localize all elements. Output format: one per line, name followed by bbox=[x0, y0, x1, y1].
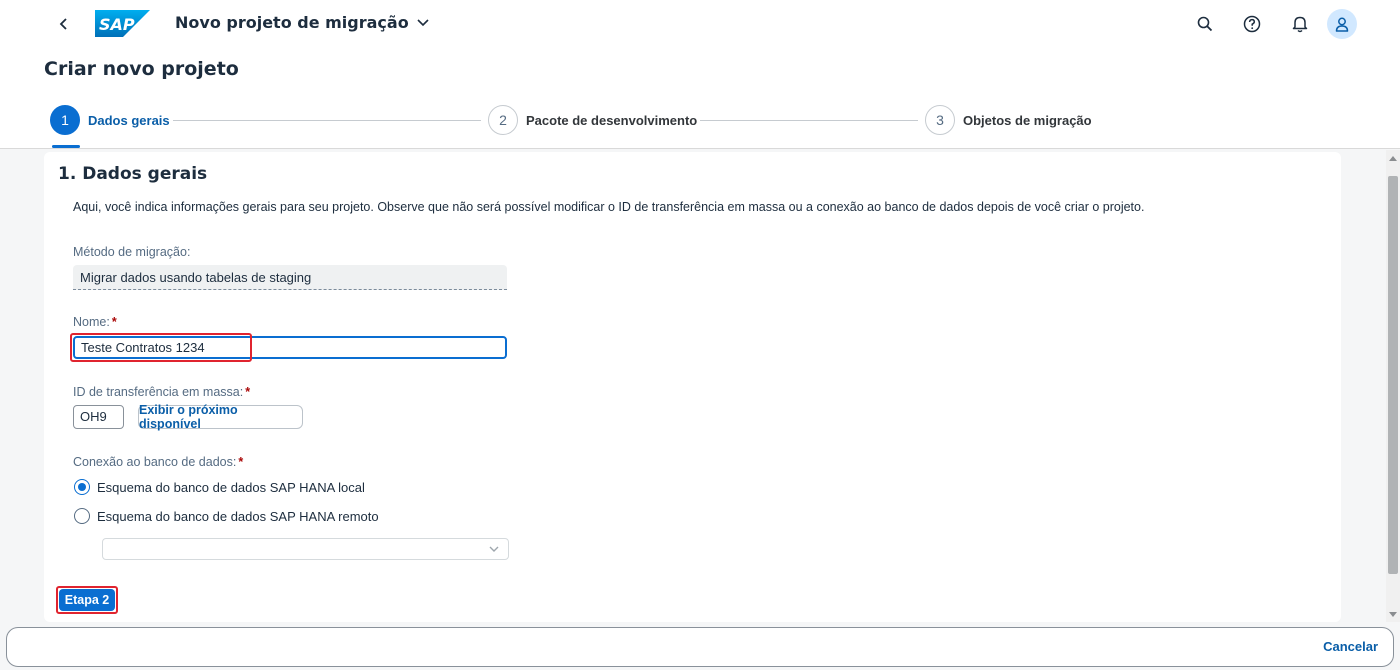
cancel-button[interactable]: Cancelar bbox=[1323, 639, 1378, 654]
section-intro: Aqui, você indica informações gerais par… bbox=[73, 200, 1145, 214]
scroll-down-arrow-icon[interactable] bbox=[1389, 610, 1397, 618]
db-connection-label: Conexão ao banco de dados: * bbox=[73, 455, 244, 469]
highlight-box bbox=[70, 333, 252, 362]
search-button[interactable] bbox=[1191, 10, 1219, 38]
notifications-button[interactable] bbox=[1286, 10, 1314, 38]
required-mark: * bbox=[245, 385, 251, 399]
user-icon bbox=[1335, 17, 1349, 32]
sap-logo: SAP bbox=[95, 10, 150, 37]
section-title: 1. Dados gerais bbox=[58, 164, 208, 184]
help-icon bbox=[1243, 15, 1261, 33]
chevron-down-icon bbox=[489, 546, 499, 552]
radio-label: Esquema do banco de dados SAP HANA local bbox=[97, 479, 365, 495]
radio-button[interactable] bbox=[74, 479, 90, 495]
page-header: Criar novo projeto 1 Dados gerais 2 Paco… bbox=[0, 48, 1400, 149]
footer-toolbar: Cancelar bbox=[6, 627, 1394, 667]
radio-label: Esquema do banco de dados SAP HANA remot… bbox=[97, 508, 379, 524]
required-mark: * bbox=[238, 455, 244, 469]
step-label: Dados gerais bbox=[88, 112, 170, 128]
migration-method-label: Método de migração: bbox=[73, 245, 191, 259]
back-icon bbox=[59, 18, 67, 30]
migration-method-field: Migrar dados usando tabelas de staging bbox=[73, 265, 507, 290]
help-button[interactable] bbox=[1238, 10, 1266, 38]
wizard-step-2[interactable]: 2 Pacote de desenvolvimento bbox=[488, 105, 697, 135]
radio-remote-hana[interactable]: Esquema do banco de dados SAP HANA remot… bbox=[74, 508, 379, 524]
step-label: Pacote de desenvolvimento bbox=[526, 112, 698, 128]
app-title-menu[interactable]: Novo projeto de migração bbox=[175, 13, 429, 32]
name-label: Nome: * bbox=[73, 315, 117, 329]
step-number: 2 bbox=[488, 105, 518, 135]
next-step-button[interactable]: Etapa 2 bbox=[59, 589, 115, 611]
app-title: Novo projeto de migração bbox=[175, 13, 409, 32]
wizard-step-1[interactable]: 1 Dados gerais bbox=[50, 105, 170, 135]
step-connector bbox=[700, 120, 918, 121]
wizard-step-3[interactable]: 3 Objetos de migração bbox=[925, 105, 1092, 135]
shell-bar: SAP Novo projeto de migração bbox=[0, 0, 1400, 48]
active-step-indicator bbox=[52, 145, 80, 148]
required-mark: * bbox=[111, 315, 117, 329]
step-label: Objetos de migração bbox=[963, 112, 1092, 128]
mass-transfer-id-input[interactable]: OH9 bbox=[73, 405, 124, 429]
step-number: 1 bbox=[50, 105, 80, 135]
mass-transfer-id-label: ID de transferência em massa: * bbox=[73, 385, 251, 399]
svg-text:SAP: SAP bbox=[99, 15, 135, 34]
page-title: Criar novo projeto bbox=[44, 58, 239, 80]
scroll-up-arrow-icon[interactable] bbox=[1389, 155, 1397, 163]
step-connector bbox=[173, 120, 481, 121]
radio-button[interactable] bbox=[74, 508, 90, 524]
form-card: 1. Dados gerais Aqui, você indica inform… bbox=[44, 152, 1341, 622]
step-number: 3 bbox=[925, 105, 955, 135]
show-next-available-button[interactable]: Exibir o próximo disponível bbox=[138, 403, 303, 431]
back-button[interactable] bbox=[50, 10, 78, 38]
notification-bell-icon bbox=[1292, 16, 1308, 33]
radio-local-hana[interactable]: Esquema do banco de dados SAP HANA local bbox=[74, 479, 365, 495]
scrollbar-thumb[interactable] bbox=[1388, 176, 1398, 574]
search-icon bbox=[1197, 16, 1213, 32]
remote-db-select[interactable] bbox=[102, 538, 509, 560]
vertical-scrollbar[interactable] bbox=[1386, 150, 1400, 622]
chevron-down-icon bbox=[417, 18, 429, 26]
user-avatar-button[interactable] bbox=[1327, 9, 1357, 39]
